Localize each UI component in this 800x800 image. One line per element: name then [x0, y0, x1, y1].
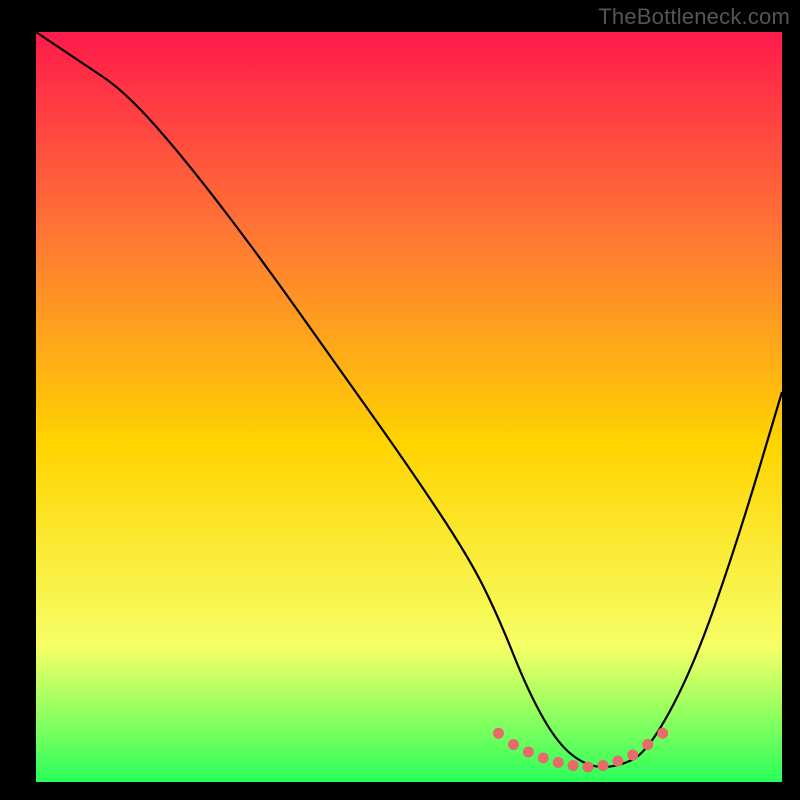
optimal-marker	[612, 756, 623, 767]
optimal-marker	[508, 739, 519, 750]
optimal-marker	[568, 760, 579, 771]
optimal-marker	[583, 762, 594, 773]
chart-frame: TheBottleneck.com	[0, 0, 800, 800]
optimal-marker	[538, 753, 549, 764]
optimal-marker	[553, 757, 564, 768]
optimal-marker	[627, 750, 638, 761]
optimal-marker	[493, 728, 504, 739]
optimal-marker	[657, 728, 668, 739]
optimal-marker	[523, 747, 534, 758]
plot-background	[36, 32, 782, 782]
optimal-marker	[642, 739, 653, 750]
optimal-marker	[597, 760, 608, 771]
bottleneck-chart	[0, 0, 800, 800]
watermark-text: TheBottleneck.com	[598, 4, 790, 30]
